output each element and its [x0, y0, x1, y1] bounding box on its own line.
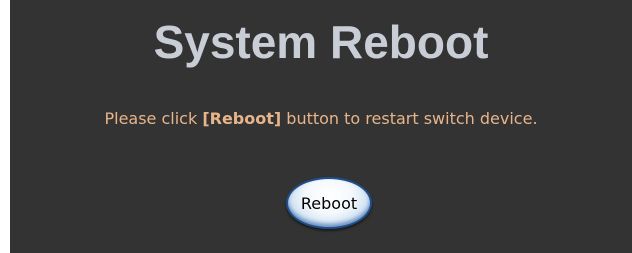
page-title: System Reboot [153, 16, 489, 68]
system-reboot-panel: System Reboot Please click [Reboot] butt… [10, 0, 632, 253]
reboot-instructions: Please click [Reboot] button to restart … [10, 108, 632, 130]
instructions-suffix: button to restart switch device. [281, 109, 538, 128]
instructions-prefix: Please click [104, 109, 203, 128]
instructions-keyword: [Reboot] [202, 109, 282, 128]
reboot-button[interactable]: Reboot [286, 177, 372, 229]
